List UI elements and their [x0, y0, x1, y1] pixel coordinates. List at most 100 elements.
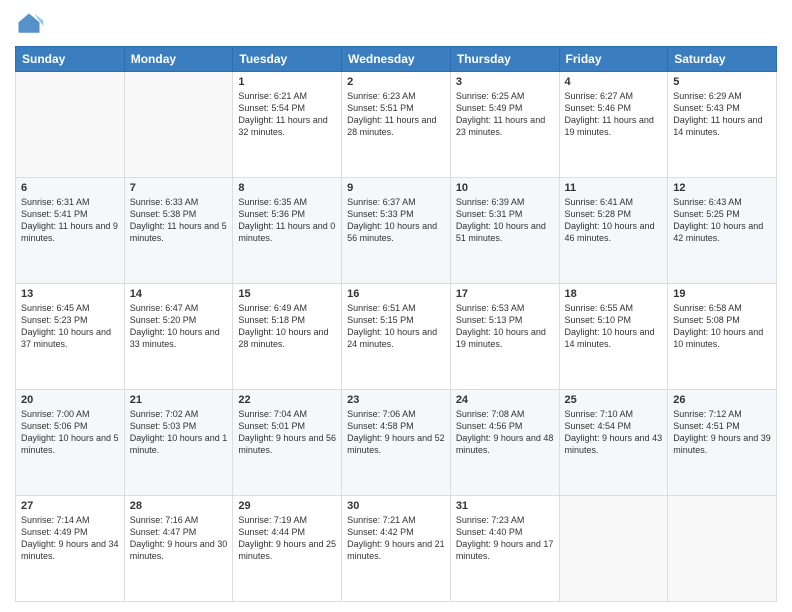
- logo-icon: [15, 10, 43, 38]
- calendar-cell: [668, 496, 777, 602]
- day-detail: Sunrise: 7:19 AMSunset: 4:44 PMDaylight:…: [238, 514, 336, 563]
- day-number: 15: [238, 288, 336, 300]
- day-number: 7: [130, 182, 228, 194]
- calendar-cell: 2 Sunrise: 6:23 AMSunset: 5:51 PMDaylight…: [342, 72, 451, 178]
- calendar-cell: 14Sunrise: 6:47 AMSunset: 5:20 PMDayligh…: [124, 284, 233, 390]
- calendar-cell: 21 Sunrise: 7:02 AMSunset: 5:03 PMDayligh…: [124, 390, 233, 496]
- day-number: 28: [130, 500, 228, 512]
- day-detail: Sunrise: 7:14 AMSunset: 4:49 PMDaylight:…: [21, 514, 119, 563]
- day-detail: Sunrise: 6:49 AMSunset: 5:18 PMDaylight:…: [238, 302, 336, 351]
- day-detail: Sunrise: 7:02 AMSunset: 5:03 PMDaylight:…: [130, 408, 228, 457]
- weekday-header: Wednesday: [342, 47, 451, 72]
- day-detail: Sunrise: 6:31 AMSunset: 5:41 PMDaylight:…: [21, 196, 119, 245]
- day-number: 19: [673, 288, 771, 300]
- day-number: 4: [565, 76, 663, 88]
- calendar-header-row: SundayMondayTuesdayWednesdayThursdayFrid…: [16, 47, 777, 72]
- day-number: 20: [21, 394, 119, 406]
- calendar-cell: [124, 72, 233, 178]
- day-detail: Sunrise: 7:16 AMSunset: 4:47 PMDaylight:…: [130, 514, 228, 563]
- day-number: 22: [238, 394, 336, 406]
- day-number: 30: [347, 500, 445, 512]
- day-detail: Sunrise: 6:51 AMSunset: 5:15 PMDaylight:…: [347, 302, 445, 351]
- day-number: 10: [456, 182, 554, 194]
- day-detail: Sunrise: 6:39 AMSunset: 5:31 PMDaylight:…: [456, 196, 554, 245]
- calendar-cell: 22 Sunrise: 7:04 AMSunset: 5:01 PMDayligh…: [233, 390, 342, 496]
- logo: [15, 10, 47, 38]
- weekday-header: Saturday: [668, 47, 777, 72]
- day-number: 16: [347, 288, 445, 300]
- day-detail: Sunrise: 7:06 AMSunset: 4:58 PMDaylight:…: [347, 408, 445, 457]
- day-detail: Sunrise: 7:04 AMSunset: 5:01 PMDaylight:…: [238, 408, 336, 457]
- calendar-cell: 11Sunrise: 6:41 AMSunset: 5:28 PMDayligh…: [559, 178, 668, 284]
- day-detail: Sunrise: 6:53 AMSunset: 5:13 PMDaylight:…: [456, 302, 554, 351]
- day-number: 24: [456, 394, 554, 406]
- day-detail: Sunrise: 6:33 AMSunset: 5:38 PMDaylight:…: [130, 196, 228, 245]
- day-number: 8: [238, 182, 336, 194]
- calendar-cell: 3 Sunrise: 6:25 AMSunset: 5:49 PMDaylight…: [450, 72, 559, 178]
- day-number: 26: [673, 394, 771, 406]
- day-detail: Sunrise: 7:23 AMSunset: 4:40 PMDaylight:…: [456, 514, 554, 563]
- day-number: 5: [673, 76, 771, 88]
- day-detail: Sunrise: 6:55 AMSunset: 5:10 PMDaylight:…: [565, 302, 663, 351]
- calendar-cell: [16, 72, 125, 178]
- calendar-cell: 23 Sunrise: 7:06 AMSunset: 4:58 PMDayligh…: [342, 390, 451, 496]
- calendar-cell: 15 Sunrise: 6:49 AMSunset: 5:18 PMDayligh…: [233, 284, 342, 390]
- calendar-week-row: 13Sunrise: 6:45 AMSunset: 5:23 PMDayligh…: [16, 284, 777, 390]
- day-detail: Sunrise: 6:23 AMSunset: 5:51 PMDaylight:…: [347, 90, 445, 139]
- day-detail: Sunrise: 6:29 AMSunset: 5:43 PMDaylight:…: [673, 90, 771, 139]
- day-detail: Sunrise: 6:43 AMSunset: 5:25 PMDaylight:…: [673, 196, 771, 245]
- calendar-cell: 4 Sunrise: 6:27 AMSunset: 5:46 PMDaylight…: [559, 72, 668, 178]
- calendar-cell: [559, 496, 668, 602]
- calendar-cell: 9Sunrise: 6:37 AMSunset: 5:33 PMDaylight…: [342, 178, 451, 284]
- day-detail: Sunrise: 6:27 AMSunset: 5:46 PMDaylight:…: [565, 90, 663, 139]
- calendar-cell: 20Sunrise: 7:00 AMSunset: 5:06 PMDayligh…: [16, 390, 125, 496]
- calendar-cell: 18 Sunrise: 6:55 AMSunset: 5:10 PMDayligh…: [559, 284, 668, 390]
- day-number: 31: [456, 500, 554, 512]
- day-detail: Sunrise: 6:58 AMSunset: 5:08 PMDaylight:…: [673, 302, 771, 351]
- day-number: 18: [565, 288, 663, 300]
- day-detail: Sunrise: 7:08 AMSunset: 4:56 PMDaylight:…: [456, 408, 554, 457]
- day-number: 9: [347, 182, 445, 194]
- calendar-table: SundayMondayTuesdayWednesdayThursdayFrid…: [15, 46, 777, 602]
- weekday-header: Monday: [124, 47, 233, 72]
- calendar-cell: 8 Sunrise: 6:35 AMSunset: 5:36 PMDaylight…: [233, 178, 342, 284]
- calendar-cell: 25Sunrise: 7:10 AMSunset: 4:54 PMDayligh…: [559, 390, 668, 496]
- page: SundayMondayTuesdayWednesdayThursdayFrid…: [0, 0, 792, 612]
- calendar-cell: 7 Sunrise: 6:33 AMSunset: 5:38 PMDaylight…: [124, 178, 233, 284]
- weekday-header: Sunday: [16, 47, 125, 72]
- calendar-cell: 13Sunrise: 6:45 AMSunset: 5:23 PMDayligh…: [16, 284, 125, 390]
- calendar-week-row: 6 Sunrise: 6:31 AMSunset: 5:41 PMDaylight…: [16, 178, 777, 284]
- calendar-cell: 16 Sunrise: 6:51 AMSunset: 5:15 PMDayligh…: [342, 284, 451, 390]
- calendar-week-row: 20Sunrise: 7:00 AMSunset: 5:06 PMDayligh…: [16, 390, 777, 496]
- calendar-week-row: 1 Sunrise: 6:21 AMSunset: 5:54 PMDaylight…: [16, 72, 777, 178]
- calendar-cell: 27Sunrise: 7:14 AMSunset: 4:49 PMDayligh…: [16, 496, 125, 602]
- calendar-cell: 10 Sunrise: 6:39 AMSunset: 5:31 PMDayligh…: [450, 178, 559, 284]
- day-number: 11: [565, 182, 663, 194]
- day-number: 21: [130, 394, 228, 406]
- day-number: 2: [347, 76, 445, 88]
- day-detail: Sunrise: 6:45 AMSunset: 5:23 PMDaylight:…: [21, 302, 119, 351]
- day-number: 6: [21, 182, 119, 194]
- day-detail: Sunrise: 6:25 AMSunset: 5:49 PMDaylight:…: [456, 90, 554, 139]
- day-number: 29: [238, 500, 336, 512]
- calendar-cell: 1 Sunrise: 6:21 AMSunset: 5:54 PMDaylight…: [233, 72, 342, 178]
- day-number: 3: [456, 76, 554, 88]
- day-number: 1: [238, 76, 336, 88]
- day-number: 12: [673, 182, 771, 194]
- day-detail: Sunrise: 6:21 AMSunset: 5:54 PMDaylight:…: [238, 90, 336, 139]
- day-number: 23: [347, 394, 445, 406]
- calendar-cell: 12 Sunrise: 6:43 AMSunset: 5:25 PMDayligh…: [668, 178, 777, 284]
- calendar-cell: 19 Sunrise: 6:58 AMSunset: 5:08 PMDayligh…: [668, 284, 777, 390]
- calendar-cell: 6 Sunrise: 6:31 AMSunset: 5:41 PMDaylight…: [16, 178, 125, 284]
- weekday-header: Friday: [559, 47, 668, 72]
- day-detail: Sunrise: 6:47 AMSunset: 5:20 PMDaylight:…: [130, 302, 228, 351]
- calendar-week-row: 27Sunrise: 7:14 AMSunset: 4:49 PMDayligh…: [16, 496, 777, 602]
- day-detail: Sunrise: 7:12 AMSunset: 4:51 PMDaylight:…: [673, 408, 771, 457]
- calendar-cell: 29 Sunrise: 7:19 AMSunset: 4:44 PMDayligh…: [233, 496, 342, 602]
- header: [15, 10, 777, 38]
- day-detail: Sunrise: 7:21 AMSunset: 4:42 PMDaylight:…: [347, 514, 445, 563]
- day-number: 25: [565, 394, 663, 406]
- calendar-cell: 31 Sunrise: 7:23 AMSunset: 4:40 PMDayligh…: [450, 496, 559, 602]
- day-detail: Sunrise: 6:35 AMSunset: 5:36 PMDaylight:…: [238, 196, 336, 245]
- calendar-cell: 28 Sunrise: 7:16 AMSunset: 4:47 PMDayligh…: [124, 496, 233, 602]
